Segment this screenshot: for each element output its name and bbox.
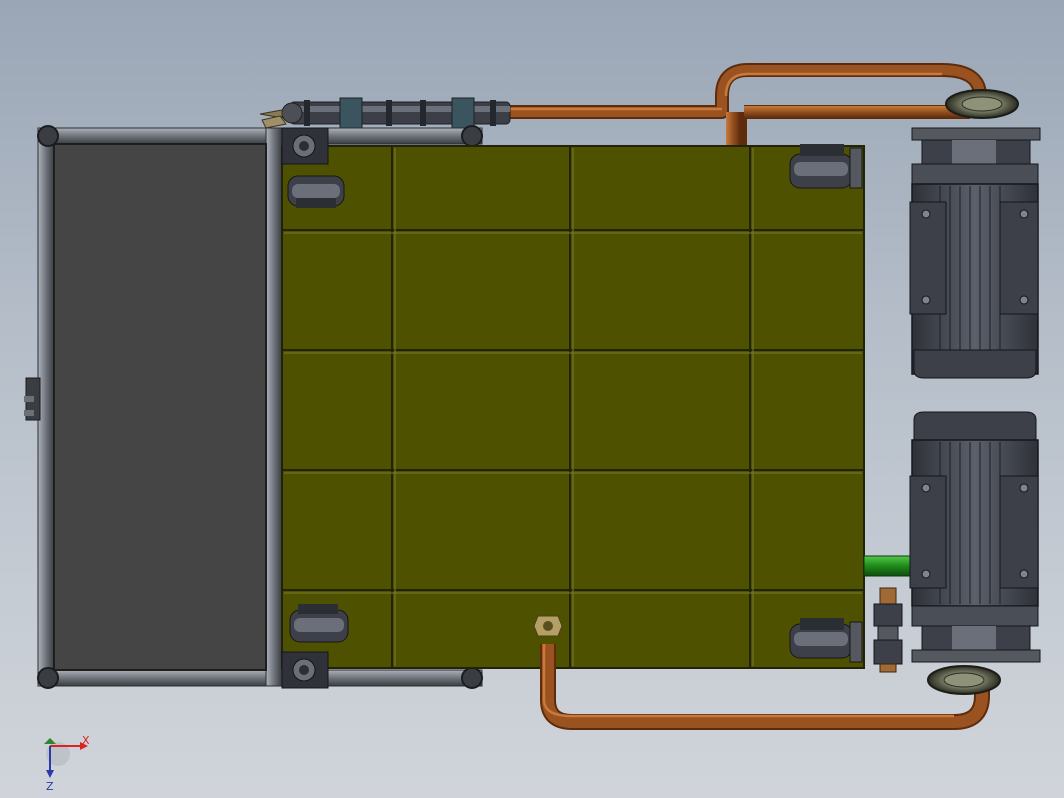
x-axis-label: X [82,734,90,747]
green-pipe[interactable] [863,555,915,577]
brass-fitting[interactable] [873,587,903,673]
hose-fitting[interactable] [259,97,511,129]
caster-wheel-bottom-right[interactable] [789,618,863,663]
dark-panel [53,143,267,671]
motor-pump-lower[interactable] [909,411,1041,695]
caster-wheel-bottom-left[interactable] [289,604,349,643]
assembly-model[interactable]: X Z [0,0,1064,798]
cad-viewport[interactable]: X Z [0,0,1064,798]
deck-grid[interactable] [281,145,865,669]
caster-wheel-top-right[interactable] [789,144,863,189]
motor-pump-upper[interactable] [909,89,1041,379]
caster-wheel-top-left[interactable] [287,175,345,208]
coordinate-triad: X Z [44,734,90,793]
z-axis-label: Z [46,780,54,793]
